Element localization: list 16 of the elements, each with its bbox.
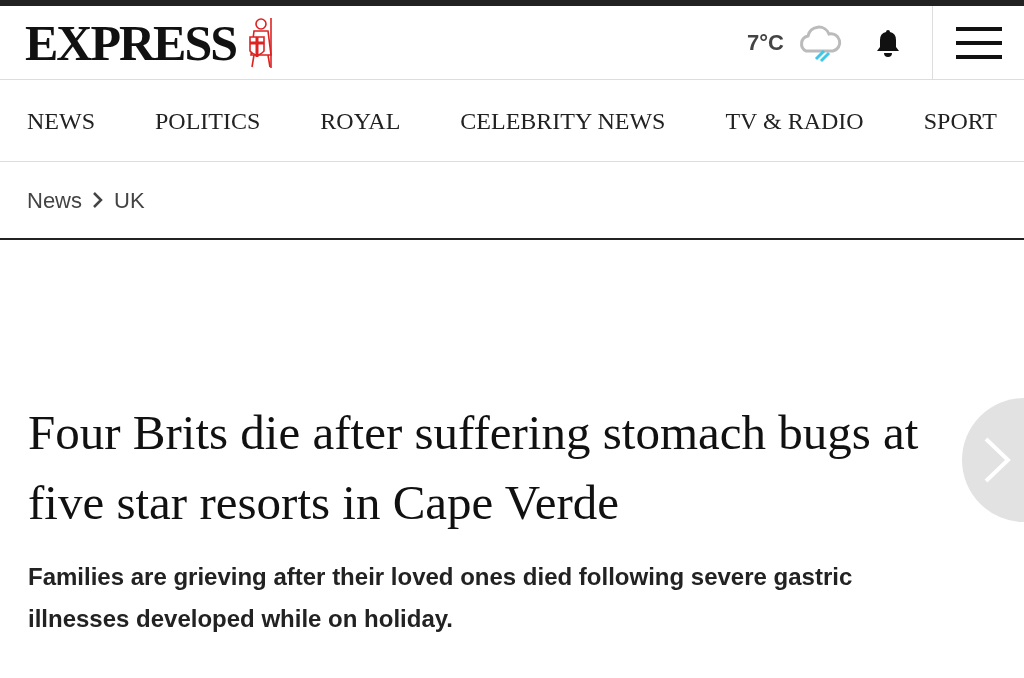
chevron-right-icon [92, 191, 104, 209]
logo[interactable]: EXPRESS [25, 17, 237, 68]
breadcrumb-link[interactable]: UK [114, 183, 145, 217]
headline: Four Brits die after suffering stomach bugs at five star resorts in Cape Verde [28, 404, 920, 532]
nav-link[interactable]: ROYAL [320, 102, 401, 139]
breadcrumb-link[interactable]: News [27, 183, 82, 217]
nav-link[interactable]: NEWS [27, 102, 95, 139]
nav-link[interactable]: CELEBRITY NEWS [460, 102, 666, 139]
nav-link[interactable]: SPORT [923, 102, 997, 139]
menu-icon[interactable] [955, 25, 1002, 60]
temperature: 7°C [747, 29, 784, 57]
bell-icon[interactable] [874, 27, 902, 58]
chevron-right-icon [982, 435, 1012, 485]
standfirst: Families are grieving after their loved ones died following severe gastric illnesses developed while on holiday. [28, 562, 854, 634]
nav-link[interactable]: TV & RADIO [725, 102, 864, 139]
nav-link[interactable]: POLITICS [155, 102, 261, 139]
